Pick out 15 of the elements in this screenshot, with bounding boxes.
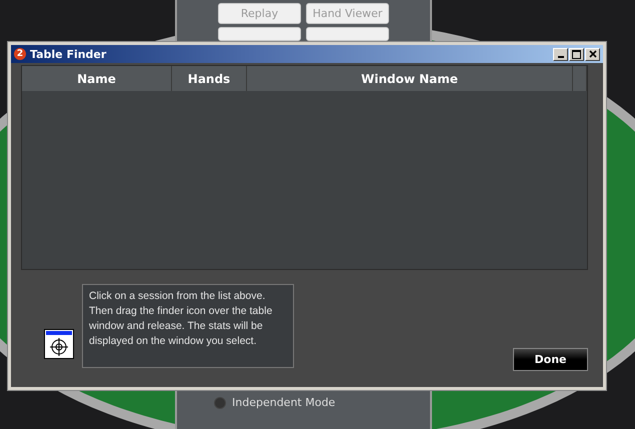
instructions-text: Click on a session from the list above. Then drag the finder icon over the table window and release. The stats will be displayed on the window you select.: [82, 284, 294, 368]
column-header[interactable]: Name: [22, 66, 172, 91]
radio-button[interactable]: [214, 396, 226, 408]
close-button[interactable]: [585, 48, 600, 60]
close-icon: [588, 50, 596, 58]
maximize-button[interactable]: [569, 48, 584, 60]
maximize-icon: [572, 50, 581, 58]
column-header[interactable]: Window Name: [247, 66, 573, 91]
crosshair-icon[interactable]: [44, 329, 74, 359]
minimize-button[interactable]: [553, 48, 568, 60]
window-title: Table Finder: [30, 48, 108, 60]
column-header[interactable]: Hands: [172, 66, 247, 91]
radio-label: Independent Mode: [232, 396, 336, 409]
app-badge: 2: [14, 48, 26, 60]
done-button[interactable]: Done: [513, 348, 588, 371]
